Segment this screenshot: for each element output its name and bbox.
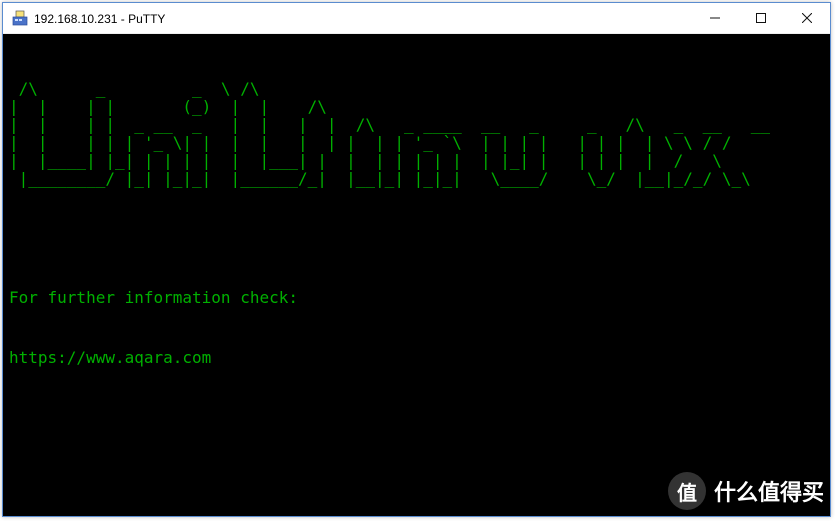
window-title: 192.168.10.231 - PuTTY — [34, 11, 692, 26]
watermark-badge: 值 — [668, 472, 706, 510]
window-buttons — [692, 3, 830, 33]
titlebar[interactable]: 192.168.10.231 - PuTTY — [3, 3, 830, 34]
watermark-text: 什么值得买 — [714, 475, 824, 507]
ascii-banner: /\ _ _ \ /\ | | | | (_) | | /\ | | | | _… — [9, 80, 826, 188]
putty-icon — [12, 10, 28, 26]
minimize-button[interactable] — [692, 3, 738, 33]
info-label: For further information check: — [9, 288, 826, 308]
close-button[interactable] — [784, 3, 830, 33]
maximize-button[interactable] — [738, 3, 784, 33]
app-window: 192.168.10.231 - PuTTY /\ _ _ \ /\ | — [2, 2, 831, 517]
watermark: 值 什么值得买 — [668, 472, 824, 510]
info-url: https://www.aqara.com — [9, 348, 826, 368]
terminal[interactable]: /\ _ _ \ /\ | | | | (_) | | /\ | | | | _… — [3, 34, 830, 516]
